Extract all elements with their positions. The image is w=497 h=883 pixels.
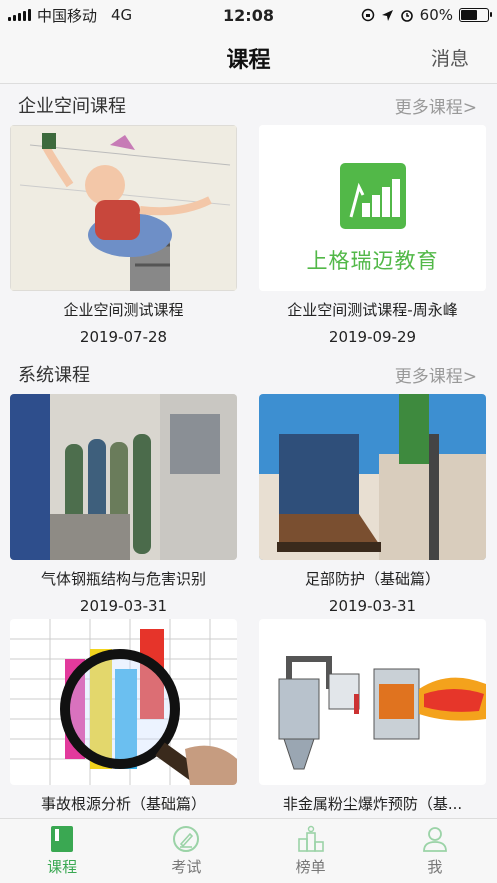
status-bar: 中国移动 4G 12:08 60%	[0, 0, 497, 30]
course-card[interactable]: 气体钢瓶结构与危害识别 2019-03-31	[10, 394, 237, 619]
rotation-lock-icon	[361, 8, 374, 22]
course-date: 2019-09-29	[328, 328, 417, 346]
navigation-bar: 课程 消息	[0, 30, 497, 84]
more-courses-link[interactable]: 更多课程>	[395, 362, 477, 387]
course-title: 足部防护（基础篇）	[304, 570, 440, 588]
section-header-enterprise: 企业空间课程 更多课程>	[0, 85, 497, 125]
course-card[interactable]: 非金属粉尘爆炸预防（基...	[259, 619, 486, 818]
tab-label: 考试	[171, 858, 202, 876]
alarm-icon	[400, 10, 413, 22]
course-card[interactable]: 企业空间测试课程 2019-07-28	[10, 125, 237, 350]
course-thumbnail	[10, 619, 237, 785]
tab-bar: 课程 考试 榜单 我	[0, 818, 497, 883]
course-title: 气体钢瓶结构与危害识别	[40, 570, 206, 588]
course-title: 企业空间测试课程	[63, 301, 184, 319]
course-card[interactable]: 事故根源分析（基础篇）	[10, 619, 237, 818]
book-icon	[51, 826, 74, 852]
course-thumbnail	[259, 394, 486, 560]
course-title: 非金属粉尘爆炸预防（基...	[282, 795, 463, 813]
course-thumbnail	[10, 394, 237, 560]
section-header-system: 系统课程 更多课程>	[0, 354, 497, 394]
tab-me[interactable]: 我	[373, 819, 497, 883]
course-card[interactable]: 上格瑞迈教育 企业空间测试课程-周永峰 2019-09-29	[259, 125, 486, 350]
course-date: 2019-07-28	[79, 328, 168, 346]
course-card[interactable]: 足部防护（基础篇） 2019-03-31	[259, 394, 486, 619]
section-title: 企业空间课程	[18, 96, 126, 117]
course-thumbnail: 上格瑞迈教育	[259, 125, 486, 291]
more-courses-link[interactable]: 更多课程>	[395, 93, 477, 118]
course-list[interactable]: 企业空间课程 更多课程> 企业空间测试课程 2019-07-28 上格瑞迈教育 …	[0, 85, 497, 818]
page-title: 课程	[226, 48, 271, 73]
course-thumbnail	[259, 619, 486, 785]
battery-icon	[459, 8, 492, 22]
tab-label: 榜单	[295, 858, 326, 876]
user-icon	[422, 827, 447, 852]
tab-ranking[interactable]: 榜单	[249, 819, 373, 883]
podium-icon	[297, 825, 324, 852]
course-grid: 企业空间测试课程 2019-07-28 上格瑞迈教育 企业空间测试课程-周永峰 …	[0, 125, 497, 350]
battery-percent: 60%	[419, 6, 453, 24]
tab-label: 课程	[47, 858, 78, 876]
course-thumbnail	[10, 125, 237, 291]
tab-label: 我	[427, 858, 443, 876]
tab-courses[interactable]: 课程	[0, 819, 124, 883]
status-right: 60%	[361, 6, 492, 24]
tab-exam[interactable]: 考试	[124, 819, 248, 883]
messages-button[interactable]: 消息	[431, 44, 469, 71]
location-icon	[381, 9, 393, 21]
pen-icon	[173, 826, 200, 852]
course-grid: 气体钢瓶结构与危害识别 2019-03-31 足部防护（基础篇） 2019-03…	[0, 394, 497, 818]
course-title: 事故根源分析（基础篇）	[40, 795, 206, 813]
course-date: 2019-03-31	[79, 597, 168, 615]
logo-text: 上格瑞迈教育	[306, 249, 439, 273]
section-title: 系统课程	[18, 365, 90, 386]
course-date: 2019-03-31	[328, 597, 417, 615]
course-title: 企业空间测试课程-周永峰	[287, 301, 458, 319]
